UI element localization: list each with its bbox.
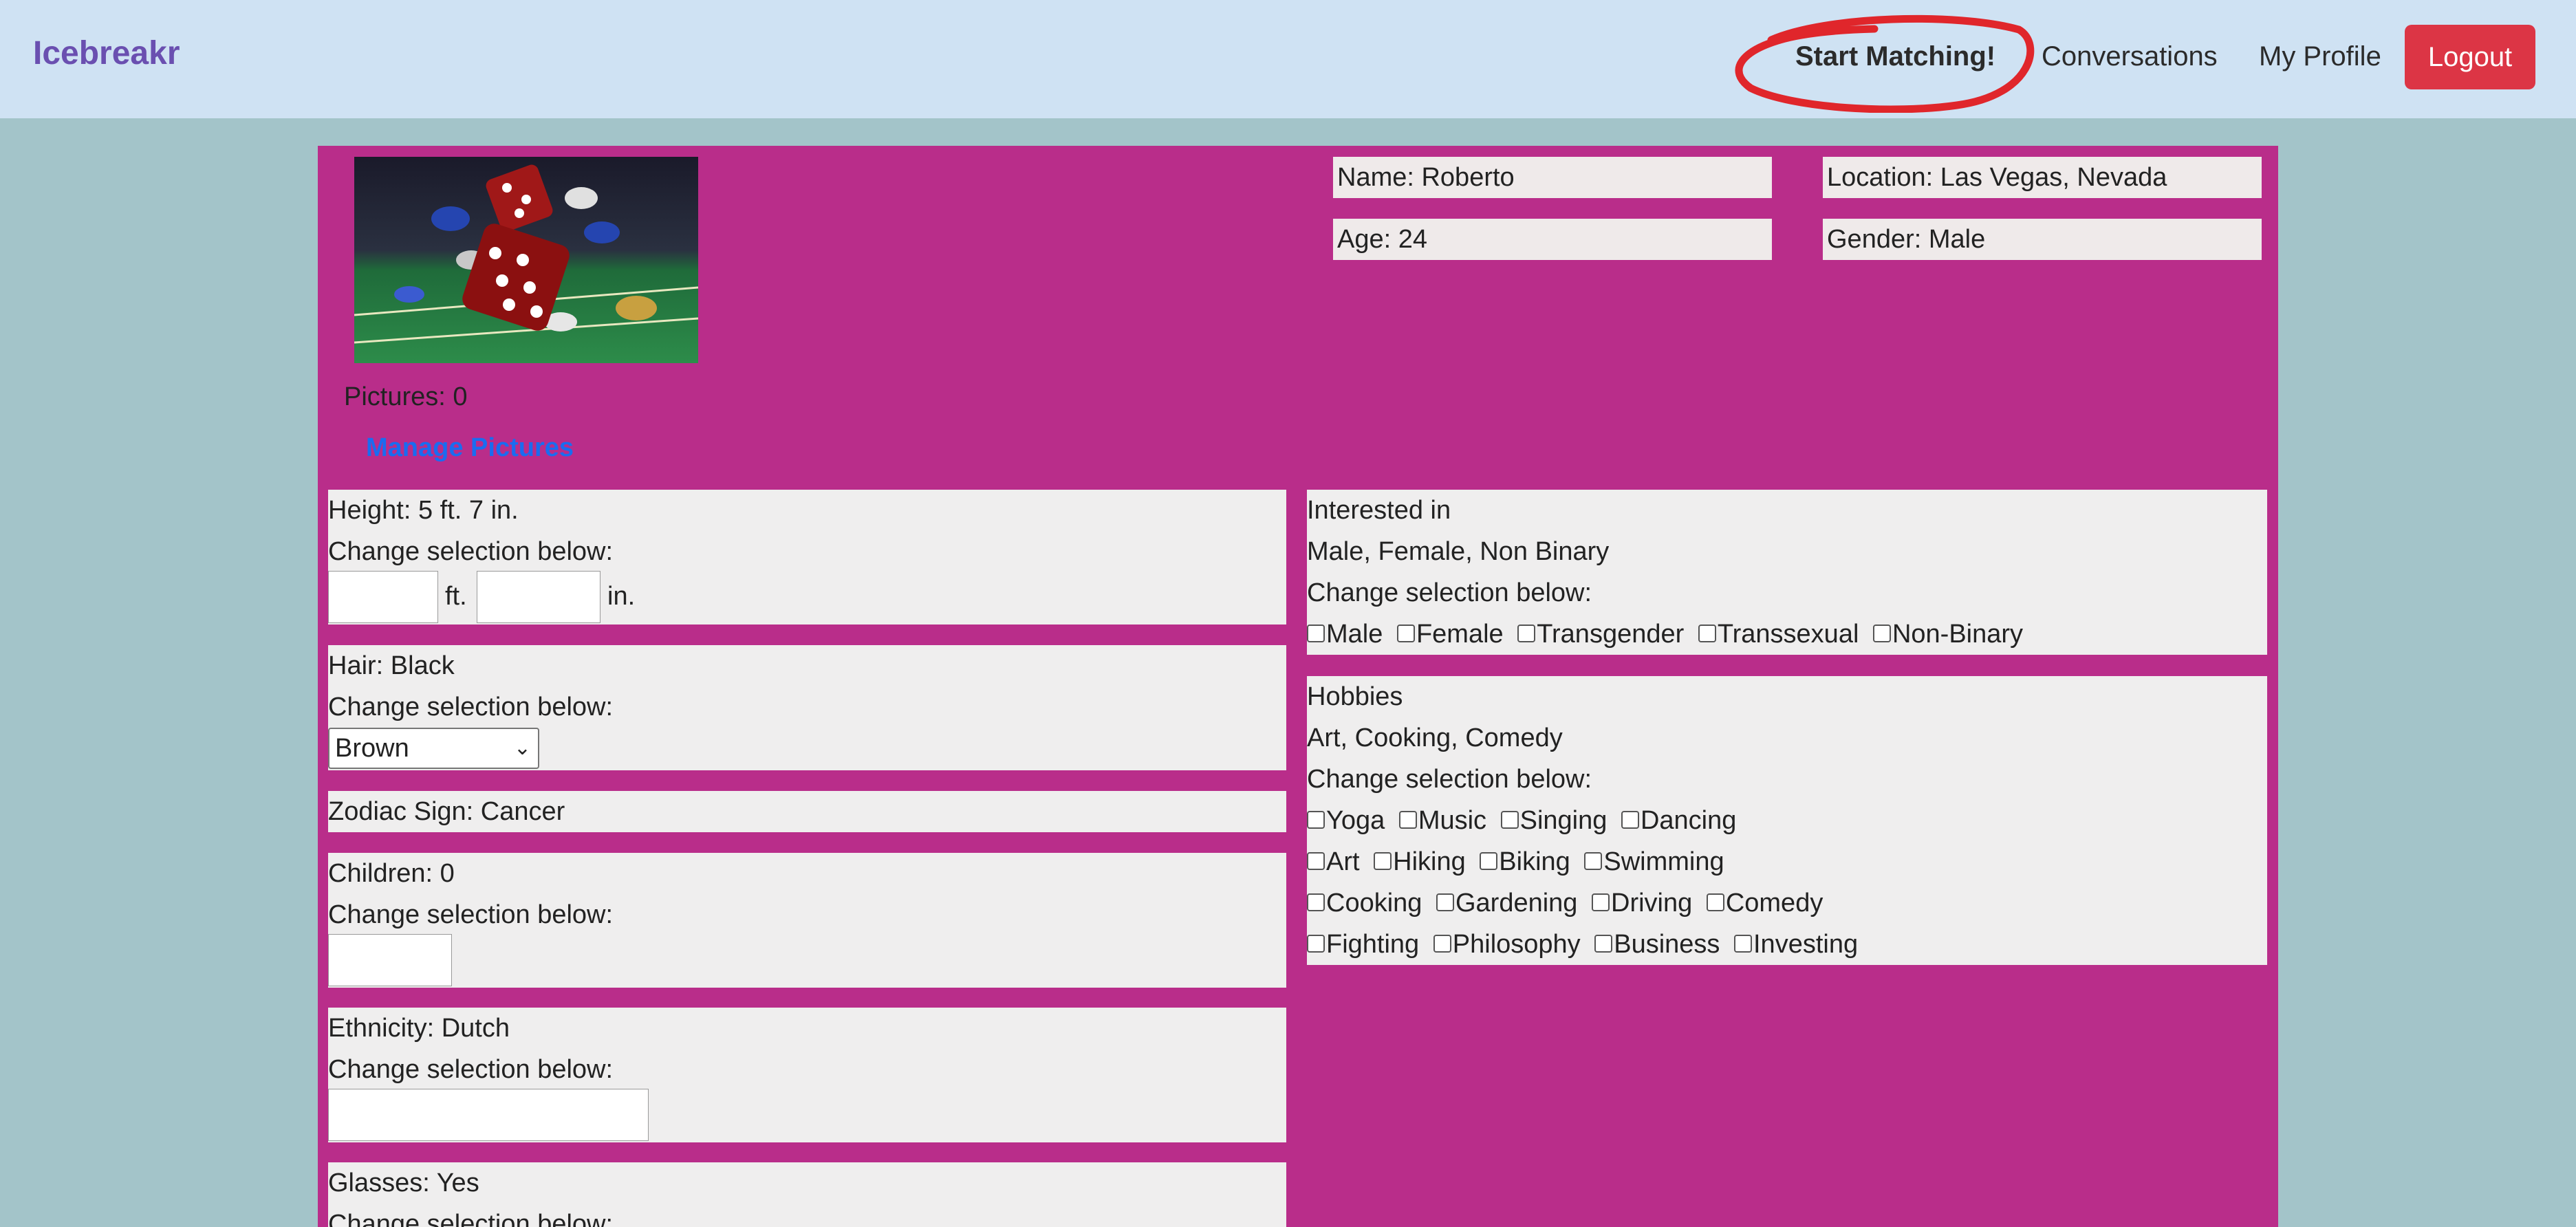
name-field: Name: Roberto: [1333, 157, 1772, 198]
children-change-label: Change selection below:: [328, 900, 614, 929]
checkbox-gardening[interactable]: [1436, 893, 1454, 911]
ethnicity-label: Ethnicity: Dutch: [328, 1014, 510, 1043]
location-field: Location: Las Vegas, Nevada: [1823, 157, 2262, 198]
checkbox-label: Swimming: [1603, 847, 1724, 876]
checkbox-label: Yoga: [1326, 806, 1385, 835]
height-change-label: Change selection below:: [328, 537, 614, 566]
children-section: Children: 0 Change selection below:: [328, 853, 1286, 988]
checkbox-label: Investing: [1753, 930, 1859, 959]
ethnicity-input[interactable]: [328, 1089, 649, 1141]
checkbox-biking[interactable]: [1480, 851, 1498, 870]
glasses-label: Glasses: Yes: [328, 1169, 479, 1197]
checkbox-swimming[interactable]: [1584, 851, 1603, 870]
checkbox-female[interactable]: [1396, 624, 1415, 642]
manage-pictures-link[interactable]: Manage Pictures: [366, 433, 574, 463]
checkbox-music[interactable]: [1398, 810, 1417, 829]
checkbox-male[interactable]: [1307, 624, 1325, 642]
checkbox-label: Gardening: [1455, 889, 1578, 917]
checkbox-fighting[interactable]: [1307, 934, 1325, 953]
zodiac-label: Zodiac Sign: Cancer: [328, 797, 565, 826]
checkbox-transsexual[interactable]: [1698, 624, 1716, 642]
checkbox-label: Fighting: [1326, 930, 1420, 959]
checkbox-hiking[interactable]: [1374, 851, 1392, 870]
interested-change-label: Change selection below:: [1307, 578, 1592, 607]
checkbox-philosophy[interactable]: [1433, 934, 1451, 953]
zodiac-section: Zodiac Sign: Cancer: [328, 791, 1286, 832]
checkbox-label: Business: [1614, 930, 1720, 959]
checkbox-label: Hiking: [1393, 847, 1466, 876]
hobbies-row-4: Fighting Philosophy Business Investing: [1307, 924, 1865, 965]
checkbox-label: Driving: [1611, 889, 1693, 917]
checkbox-comedy[interactable]: [1706, 893, 1724, 911]
checkbox-non-binary[interactable]: [1872, 624, 1891, 642]
profile-photo: [354, 157, 698, 363]
checkbox-label: Singing: [1519, 806, 1608, 835]
checkbox-transgender[interactable]: [1517, 624, 1536, 642]
checkbox-art[interactable]: [1307, 851, 1325, 870]
hobbies-row-1: Yoga Music Singing Dancing: [1307, 800, 1743, 841]
hair-selected-value: Brown: [335, 734, 409, 763]
height-section: Height: 5 ft. 7 in. Change selection bel…: [328, 490, 1286, 625]
height-label: Height: 5 ft. 7 in.: [328, 496, 519, 525]
logout-button[interactable]: Logout: [2405, 25, 2535, 89]
checkbox-label: Biking: [1499, 847, 1570, 876]
checkbox-label: Non-Binary: [1892, 620, 2024, 649]
conversations-link[interactable]: Conversations: [2042, 41, 2218, 72]
top-navbar: Icebreakr Start Matching! Conversations …: [0, 0, 2576, 118]
checkbox-label: Art: [1326, 847, 1360, 876]
hair-change-label: Change selection below:: [328, 693, 614, 721]
checkbox-dancing[interactable]: [1621, 810, 1639, 829]
ethnicity-section: Ethnicity: Dutch Change selection below:: [328, 1008, 1286, 1142]
checkbox-label: Transsexual: [1717, 620, 1859, 649]
brand-logo[interactable]: Icebreakr: [33, 34, 180, 72]
height-feet-input[interactable]: [328, 571, 438, 623]
interested-current: Male, Female, Non Binary: [1307, 537, 1610, 566]
checkbox-business[interactable]: [1594, 934, 1613, 953]
checkbox-label: Comedy: [1725, 889, 1823, 917]
checkbox-singing[interactable]: [1500, 810, 1519, 829]
interested-options: Male Female Transgender Transsexual Non-…: [1307, 614, 2030, 655]
chevron-down-icon: ⌄: [513, 737, 531, 759]
checkbox-label: Transgender: [1537, 620, 1685, 649]
checkbox-label: Music: [1418, 806, 1487, 835]
height-ft-unit: ft.: [445, 582, 467, 611]
ethnicity-change-label: Change selection below:: [328, 1055, 614, 1084]
my-profile-link[interactable]: My Profile: [2259, 41, 2381, 72]
pictures-count: Pictures: 0: [344, 382, 468, 411]
hair-section: Hair: Black Change selection below: Brow…: [328, 645, 1286, 770]
height-inches-input[interactable]: [477, 571, 600, 623]
checkbox-label: Dancing: [1640, 806, 1737, 835]
checkbox-label: Male: [1326, 620, 1383, 649]
checkbox-label: Female: [1416, 620, 1504, 649]
children-label: Children: 0: [328, 859, 455, 888]
annotation-circle: [1735, 14, 2035, 113]
checkbox-cooking[interactable]: [1307, 893, 1325, 911]
children-input[interactable]: [328, 934, 452, 986]
age-field: Age: 24: [1333, 219, 1772, 260]
hobbies-current: Art, Cooking, Comedy: [1307, 724, 1563, 752]
glasses-change-label: Change selection below:: [328, 1210, 614, 1227]
hair-select[interactable]: Brown ⌄: [328, 728, 539, 769]
checkbox-label: Cooking: [1326, 889, 1422, 917]
hobbies-row-3: Cooking Gardening Driving Comedy: [1307, 882, 1830, 924]
glasses-section: Glasses: Yes Change selection below:: [328, 1162, 1286, 1227]
checkbox-investing[interactable]: [1734, 934, 1752, 953]
hobbies-row-2: Art Hiking Biking Swimming: [1307, 841, 1731, 882]
hobbies-title: Hobbies: [1307, 682, 1403, 711]
interested-title: Interested in: [1307, 496, 1451, 525]
gender-field: Gender: Male: [1823, 219, 2262, 260]
checkbox-label: Philosophy: [1452, 930, 1581, 959]
height-in-unit: in.: [607, 582, 636, 611]
checkbox-yoga[interactable]: [1307, 810, 1325, 829]
interested-in-section: Interested in Male, Female, Non Binary C…: [1307, 490, 2267, 655]
hobbies-section: Hobbies Art, Cooking, Comedy Change sele…: [1307, 676, 2267, 965]
hobbies-change-label: Change selection below:: [1307, 765, 1592, 794]
checkbox-driving[interactable]: [1592, 893, 1610, 911]
hair-label: Hair: Black: [328, 651, 455, 680]
